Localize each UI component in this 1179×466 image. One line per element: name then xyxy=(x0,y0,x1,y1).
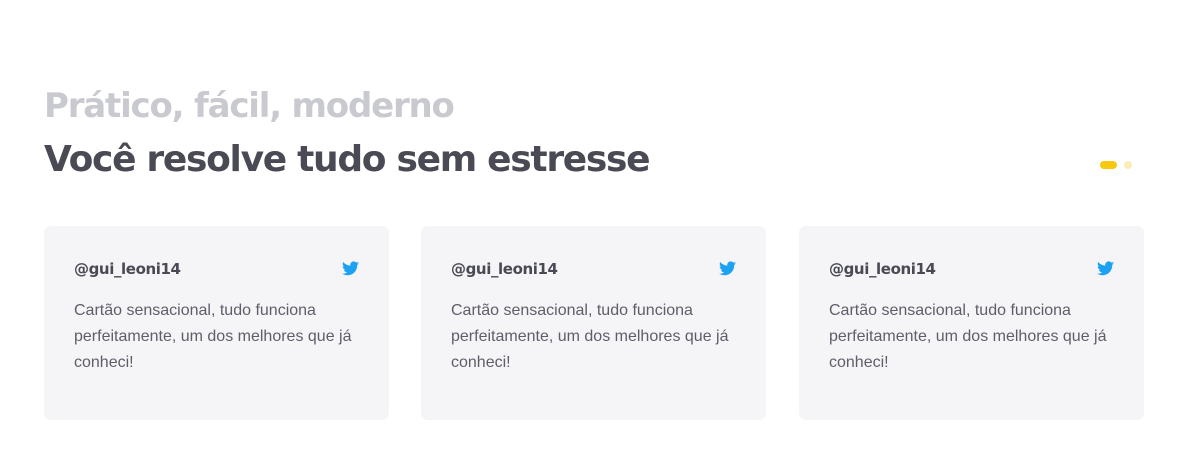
section-headline: Você resolve tudo sem estresse xyxy=(44,139,651,180)
testimonial-handle: @gui_leoni14 xyxy=(451,260,558,278)
testimonial-card: @gui_leoni14 Cartão sensacional, tudo fu… xyxy=(44,226,389,420)
testimonial-card: @gui_leoni14 Cartão sensacional, tudo fu… xyxy=(421,226,766,420)
testimonial-text: Cartão sensacional, tudo funciona perfei… xyxy=(451,302,729,371)
testimonials-section: Prático, fácil, moderno Você resolve tud… xyxy=(0,0,1179,466)
pagination-dot-active[interactable] xyxy=(1100,161,1117,169)
testimonial-card: @gui_leoni14 Cartão sensacional, tudo fu… xyxy=(799,226,1144,420)
testimonial-text: Cartão sensacional, tudo funciona perfei… xyxy=(829,302,1107,371)
carousel-pagination xyxy=(1100,160,1132,170)
twitter-icon xyxy=(1097,261,1114,276)
testimonial-handle: @gui_leoni14 xyxy=(74,260,181,278)
section-eyebrow: Prático, fácil, moderno xyxy=(44,86,455,126)
testimonial-text: Cartão sensacional, tudo funciona perfei… xyxy=(74,302,352,371)
pagination-dot[interactable] xyxy=(1124,161,1132,169)
twitter-icon xyxy=(719,261,736,276)
testimonial-handle: @gui_leoni14 xyxy=(829,260,936,278)
twitter-icon xyxy=(342,261,359,276)
